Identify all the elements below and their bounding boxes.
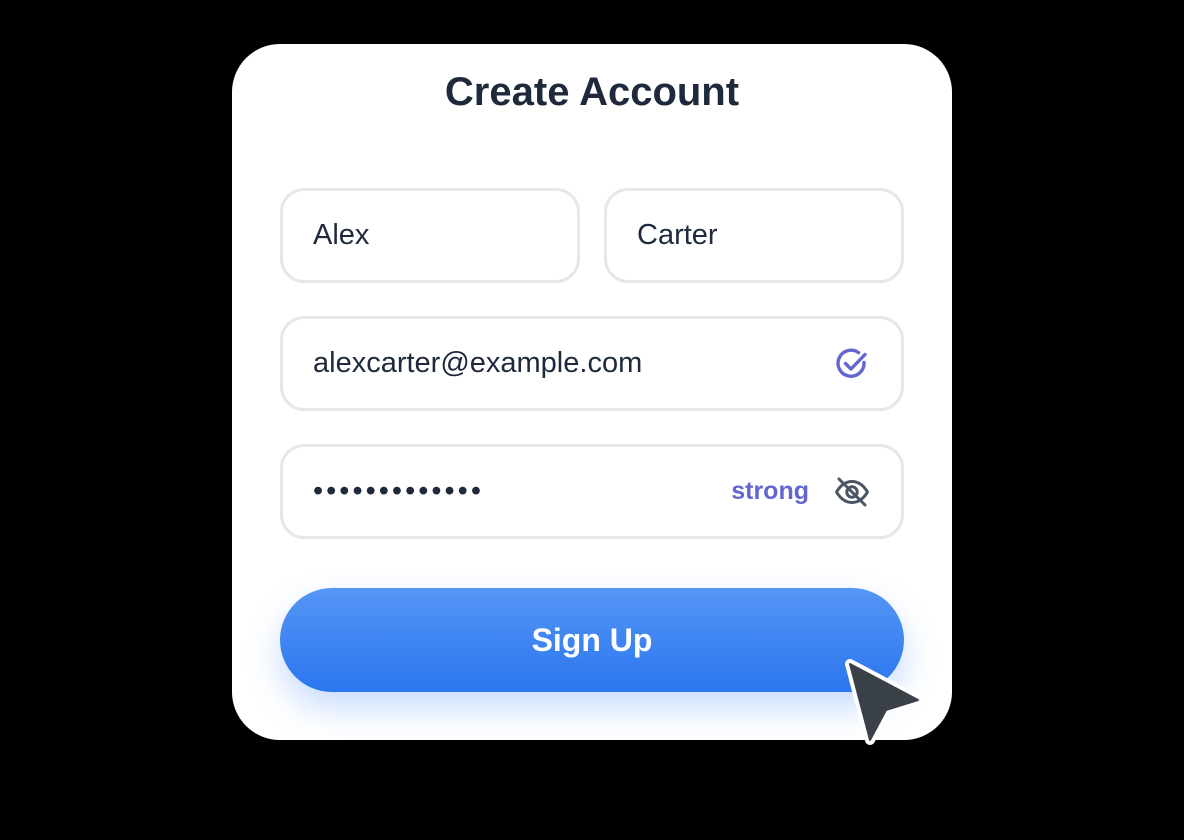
password-field[interactable]: ••••••••••••• strong — [280, 444, 904, 539]
last-name-field[interactable]: Carter — [604, 188, 904, 283]
check-circle-icon — [833, 345, 871, 383]
password-strength-label: strong — [731, 477, 809, 505]
password-value: ••••••••••••• — [313, 475, 484, 507]
signup-card: Create Account Alex Carter alexcarter@ex… — [232, 44, 952, 740]
first-name-value: Alex — [313, 219, 370, 251]
sign-up-button[interactable]: Sign Up — [280, 588, 904, 692]
email-field[interactable]: alexcarter@example.com — [280, 316, 904, 411]
last-name-value: Carter — [637, 219, 718, 251]
first-name-field[interactable]: Alex — [280, 188, 580, 283]
email-value: alexcarter@example.com — [313, 347, 643, 379]
eye-off-icon[interactable] — [833, 473, 871, 511]
mouse-pointer-icon — [845, 659, 923, 745]
page-title: Create Account — [444, 70, 740, 114]
